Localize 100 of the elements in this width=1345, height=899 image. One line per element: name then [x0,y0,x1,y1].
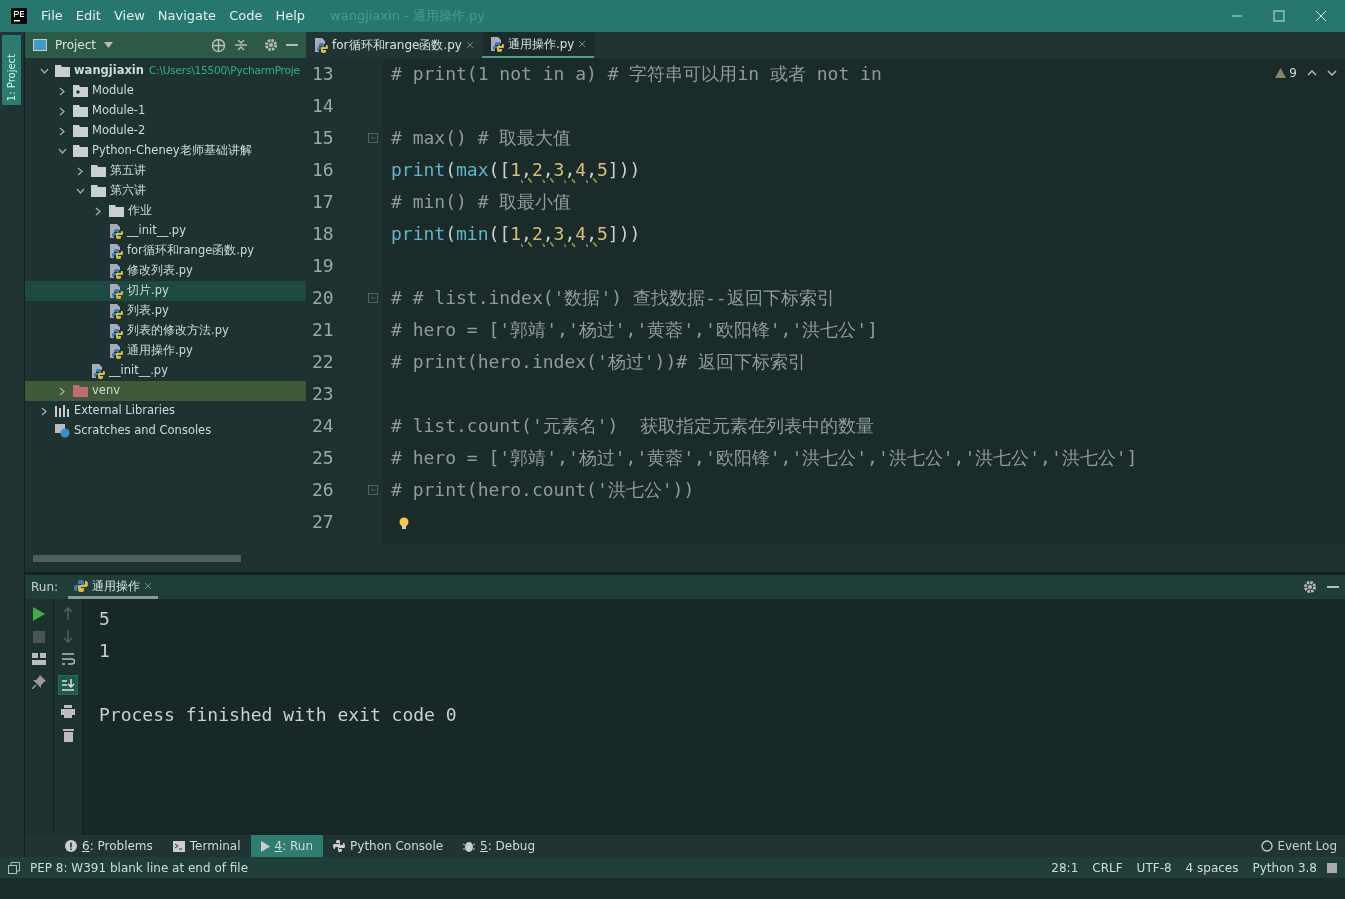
python-file-icon [109,343,123,359]
menu-item[interactable]: File [41,6,63,26]
folder-name[interactable]: Scratches and Consoles [74,422,212,440]
line-number: 14 [312,94,335,118]
status-item[interactable]: 28:1 [1051,858,1079,877]
pin-icon[interactable] [32,675,46,689]
folder-icon [91,165,106,177]
layout-toggle-icon[interactable] [8,861,20,874]
file-name[interactable]: 通用操作.py [127,342,193,360]
menu-item[interactable]: Navigate [157,6,217,26]
folder-icon [73,125,88,137]
folder-name[interactable]: 作业 [128,202,152,220]
code-line: # # list.index('数据') 查找数据--返回下标索引 [391,287,835,308]
fold-icon[interactable] [368,133,378,143]
status-item[interactable]: UTF-8 [1136,858,1172,877]
tool-window-tab[interactable]: 6: Problems [55,835,163,857]
folder-name[interactable]: External Libraries [74,402,176,420]
code-line: print(min([1,2,3,4,5])) [391,223,641,244]
line-number: 17 [312,190,335,214]
up-arrow-icon[interactable] [63,607,73,620]
lightbulb-icon[interactable] [399,516,409,530]
folder-name[interactable]: Python-Cheney老师基础讲解 [92,142,252,160]
collapse-icon[interactable] [234,38,248,52]
soft-wrap-icon[interactable] [61,653,75,665]
trash-icon[interactable] [62,728,74,742]
line-number: 19 [312,254,335,278]
editor-tab[interactable]: for循环和range函数.py [306,32,482,58]
down-arrow-icon[interactable] [63,630,73,643]
project-path: C:\Users\15500\PycharmProje [149,63,300,79]
warning-icon [1275,68,1287,78]
line-number: 22 [312,350,335,374]
line-number: 18 [312,222,335,246]
folder-name[interactable]: Module [92,82,134,100]
code-line: # max() # 取最大值 [391,127,572,148]
maximize-icon[interactable] [1273,10,1285,22]
module-folder-icon [73,85,88,97]
locate-icon[interactable] [211,37,226,53]
panel-title[interactable]: Project [55,36,97,54]
folder-icon [73,145,88,157]
file-name[interactable]: for循环和range函数.py [127,242,254,260]
terminal-icon [172,840,185,852]
run-icon [260,840,270,852]
code-line: print(max([1,2,3,4,5])) [391,159,641,180]
warning-count[interactable]: 9 [1289,64,1297,82]
layout-icon[interactable] [32,653,46,665]
caret-icon[interactable] [104,42,114,48]
folder-name[interactable]: venv [92,382,120,400]
tool-window-tab[interactable]: 4: Run [250,835,324,857]
rerun-icon[interactable] [33,607,45,621]
libraries-icon [55,405,70,417]
settings-icon[interactable] [1303,580,1317,594]
file-name[interactable]: 列表.py [127,302,169,320]
line-number: 15 [312,126,335,150]
event-log-button[interactable]: Event Log [1261,837,1345,855]
status-item[interactable]: 4 spaces [1185,858,1239,877]
status-message: PEP 8: W391 blank line at end of file [30,859,249,877]
scroll-to-end-icon[interactable] [58,675,78,695]
menu-item[interactable]: Code [229,6,263,26]
bubble-icon [1261,840,1274,852]
code-line: # min() # 取最小值 [391,191,572,212]
next-icon[interactable] [1327,70,1337,76]
folder-name[interactable]: wangjiaxin [74,62,144,80]
line-number: 23 [312,382,335,406]
file-name[interactable]: 切片.py [127,282,169,300]
close-icon[interactable] [578,40,587,48]
project-tool-button[interactable]: 1: Project [2,35,21,105]
close-icon[interactable] [465,41,474,49]
status-item[interactable]: CRLF [1092,858,1123,877]
print-icon[interactable] [61,705,75,718]
line-number: 26 [312,478,335,502]
settings-icon[interactable] [264,38,278,52]
tool-window-tab[interactable]: 5: Debug [453,835,546,857]
menu-item[interactable]: Help [275,6,306,26]
tool-window-tab[interactable]: Terminal [162,835,251,857]
fold-icon[interactable] [368,293,378,303]
folder-icon [73,385,88,397]
file-name[interactable]: __init__.py [127,222,186,240]
editor-tab[interactable]: 通用操作.py [481,32,595,58]
console-output: Process finished with exit code 0 [99,704,457,725]
panel-icon [33,39,47,51]
scrollbar-thumb[interactable] [33,554,241,562]
previous-icon[interactable] [1307,70,1317,76]
close-icon[interactable] [144,581,153,590]
tool-window-tab[interactable]: Python Console [323,835,454,857]
file-name[interactable]: __init__.py [109,362,168,380]
file-name[interactable]: 列表的修改方法.py [127,322,229,340]
code-line: # hero = ['郭靖','杨过','黄蓉','欧阳锋','洪七公','洪七公','洪七公','洪七公'] [391,447,1138,468]
fold-icon[interactable] [368,485,378,495]
folder-name[interactable]: 第五讲 [110,162,146,180]
folder-name[interactable]: 第六讲 [110,182,146,200]
file-name[interactable]: 修改列表.py [127,262,193,280]
folder-name[interactable]: Module-2 [92,122,146,140]
code-line: # print(hero.index('杨过'))# 返回下标索引 [391,351,806,372]
menu-item[interactable]: View [113,6,145,26]
python-icon [333,840,346,852]
status-item[interactable]: Python 3.8 [1252,858,1317,877]
menu-item[interactable]: Edit [75,6,101,26]
line-number: 21 [312,318,335,342]
python-icon [74,578,89,593]
folder-name[interactable]: Module-1 [92,102,146,120]
